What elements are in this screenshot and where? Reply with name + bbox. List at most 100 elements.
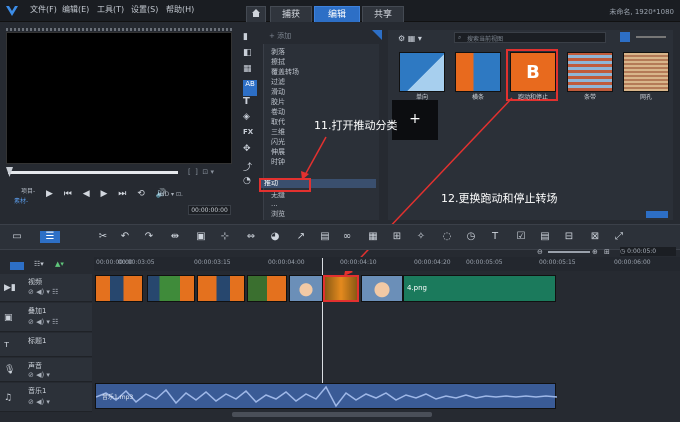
clip-label[interactable]: 素材- <box>14 196 28 205</box>
snapshot-icon[interactable]: ⊟ <box>562 231 576 243</box>
video-clip[interactable] <box>197 275 245 302</box>
3d-title-icon[interactable]: ▦ <box>366 231 380 243</box>
zoom-out-icon[interactable]: ⊖ <box>537 248 543 256</box>
preview-scrubber[interactable] <box>8 171 178 174</box>
record-icon[interactable]: ▣ <box>194 231 208 243</box>
transition-thumb[interactable]: 单向 <box>394 52 450 101</box>
filter-icon[interactable]: FX <box>243 128 257 144</box>
menu-help[interactable]: 帮助(H) <box>166 4 194 15</box>
video-clip-baby[interactable] <box>361 275 403 302</box>
list-view-icon[interactable] <box>620 32 630 42</box>
ripple-icon[interactable]: ▲▾ <box>55 260 64 268</box>
size-selector[interactable]: HD ▾ ⊡. <box>160 191 183 198</box>
project-label[interactable]: 项目- <box>21 186 35 195</box>
time-remap-icon[interactable]: ◌ <box>440 231 454 243</box>
redo-icon[interactable]: ↷ <box>142 231 156 243</box>
graphic-icon[interactable]: ◈ <box>243 112 257 128</box>
category-item[interactable]: 滑动 <box>271 88 285 97</box>
lock-icon[interactable]: ▤ <box>538 231 552 243</box>
category-item[interactable]: 擦拭 <box>271 58 285 67</box>
search-input[interactable]: ⌕ 搜索当前视图 <box>454 32 606 43</box>
category-item[interactable]: 三维 <box>271 128 285 137</box>
category-item[interactable]: 剥落 <box>271 48 285 57</box>
motion-icon[interactable]: ⤴ <box>243 160 257 176</box>
timeline-ruler[interactable]: 00:00:00:00 00:00:03:05 00:00:03:15 00:0… <box>94 257 680 271</box>
text-icon[interactable]: T <box>488 231 502 243</box>
track-controls[interactable]: ⊘ ◀) ▾ <box>28 398 50 406</box>
zoom-slider[interactable] <box>636 36 666 38</box>
timeline-scrollbar[interactable] <box>232 412 432 417</box>
video-clip[interactable] <box>147 275 195 302</box>
instant-project-icon[interactable]: ◧ <box>243 48 257 64</box>
video-clip-baby[interactable] <box>289 275 323 302</box>
category-item[interactable]: 时钟 <box>271 158 285 167</box>
menu-file[interactable]: 文件(F) <box>30 4 57 15</box>
menu-settings[interactable]: 设置(S) <box>131 4 158 15</box>
transition-icon[interactable]: AB <box>243 80 257 96</box>
fit-project-icon[interactable]: ⊞ <box>604 248 610 256</box>
view-toggle[interactable] <box>646 211 668 218</box>
panel-grip[interactable] <box>6 28 232 31</box>
track-manager-icon[interactable] <box>10 262 24 270</box>
motion-track-icon[interactable]: ↗ <box>294 231 308 243</box>
png-clip[interactable]: 4.png <box>403 275 556 302</box>
path-icon[interactable]: ✥ <box>243 144 257 160</box>
storyboard-view-icon[interactable]: ▭ <box>10 231 24 243</box>
video-clip[interactable] <box>247 275 287 302</box>
speed-icon[interactable]: ◷ <box>464 231 478 243</box>
media-icon[interactable]: ▮ <box>243 32 257 48</box>
sample-icon[interactable]: ▦ <box>243 64 257 80</box>
add-folder-button[interactable]: + 添加 <box>263 31 379 43</box>
mask-icon[interactable]: ✧ <box>414 231 428 243</box>
timeline-view-icon[interactable]: ☰ <box>40 231 60 243</box>
category-item[interactable]: 覆盖转场 <box>271 68 299 77</box>
favorite-slot[interactable]: + <box>392 100 438 140</box>
browse-link[interactable]: 浏览 <box>271 210 285 219</box>
transition-clip[interactable] <box>323 275 359 302</box>
menu-tools[interactable]: 工具(T) <box>97 4 124 15</box>
fit-icon[interactable]: ⇹ <box>168 231 182 243</box>
zoom-in-icon[interactable]: ⊕ <box>592 248 598 256</box>
home-tab[interactable] <box>246 6 266 22</box>
transition-thumb[interactable]: 网孔 <box>618 52 674 101</box>
category-item[interactable]: 无缝 <box>271 191 285 200</box>
track-controls[interactable]: ⊘ ◀) ▾ <box>28 371 50 379</box>
tab-share[interactable]: 共享 <box>362 6 404 22</box>
transition-thumb[interactable]: 条带 <box>562 52 618 101</box>
tab-capture[interactable]: 捕获 <box>270 6 312 22</box>
track-controls[interactable]: ⊘ ◀) ▾ ☷ <box>28 318 58 326</box>
category-item[interactable]: 伸展 <box>271 148 285 157</box>
undo-icon[interactable]: ↶ <box>118 231 132 243</box>
category-item[interactable]: 卷动 <box>271 108 285 117</box>
tools-icon[interactable]: ✂ <box>96 231 110 243</box>
menu-edit[interactable]: 编辑(E) <box>62 4 89 15</box>
check-icon[interactable]: ☑ <box>514 231 528 243</box>
timeline-zoom-slider[interactable] <box>548 251 590 253</box>
playback-controls[interactable]: ▶ ⏮ ◀ ▶ ⏭ ⟲ 🔊 <box>46 189 171 199</box>
chapter-icon[interactable]: ☷▾ <box>34 260 44 268</box>
music-clip[interactable]: 音乐1.mp3 <box>95 383 558 409</box>
transition-thumb-run-and-stop[interactable]: B 跑动和停止 <box>508 52 558 101</box>
color-icon[interactable]: ◕ <box>268 231 282 243</box>
mix-icon[interactable]: ⇔ <box>244 231 258 243</box>
title-icon[interactable]: T <box>243 96 257 112</box>
split-icon[interactable]: ⊹ <box>218 231 232 243</box>
transition-thumb[interactable]: 横条 <box>450 52 506 101</box>
trim-markers[interactable]: [ ] ⊡ ▾ <box>188 168 214 176</box>
multicam-icon[interactable]: ∞ <box>340 231 354 243</box>
category-item[interactable]: 闪光 <box>271 138 285 147</box>
expand-icon[interactable]: ⤢ <box>612 231 626 243</box>
clock-icon[interactable]: ◔ <box>243 176 257 192</box>
tab-edit[interactable]: 编辑 <box>314 6 360 22</box>
category-item[interactable]: 取代 <box>271 118 285 127</box>
category-item[interactable]: ... <box>271 200 278 209</box>
subtitle-icon[interactable]: ▤ <box>318 231 332 243</box>
category-item[interactable]: 胶片 <box>271 98 285 107</box>
track-controls[interactable]: ⊘ ◀) ▾ ☷ <box>28 288 58 296</box>
library-tools[interactable]: ⚙ ▦ ▾ <box>398 34 422 43</box>
timeline-timecode[interactable]: ◷ 0:00:05:0 <box>620 247 676 256</box>
split-screen-icon[interactable]: ⊞ <box>390 231 404 243</box>
zoom-fit-icon[interactable]: ⊠ <box>588 231 602 243</box>
category-item[interactable]: 过滤 <box>271 78 285 87</box>
timecode-display[interactable]: 00:00:00:00 <box>188 205 231 215</box>
